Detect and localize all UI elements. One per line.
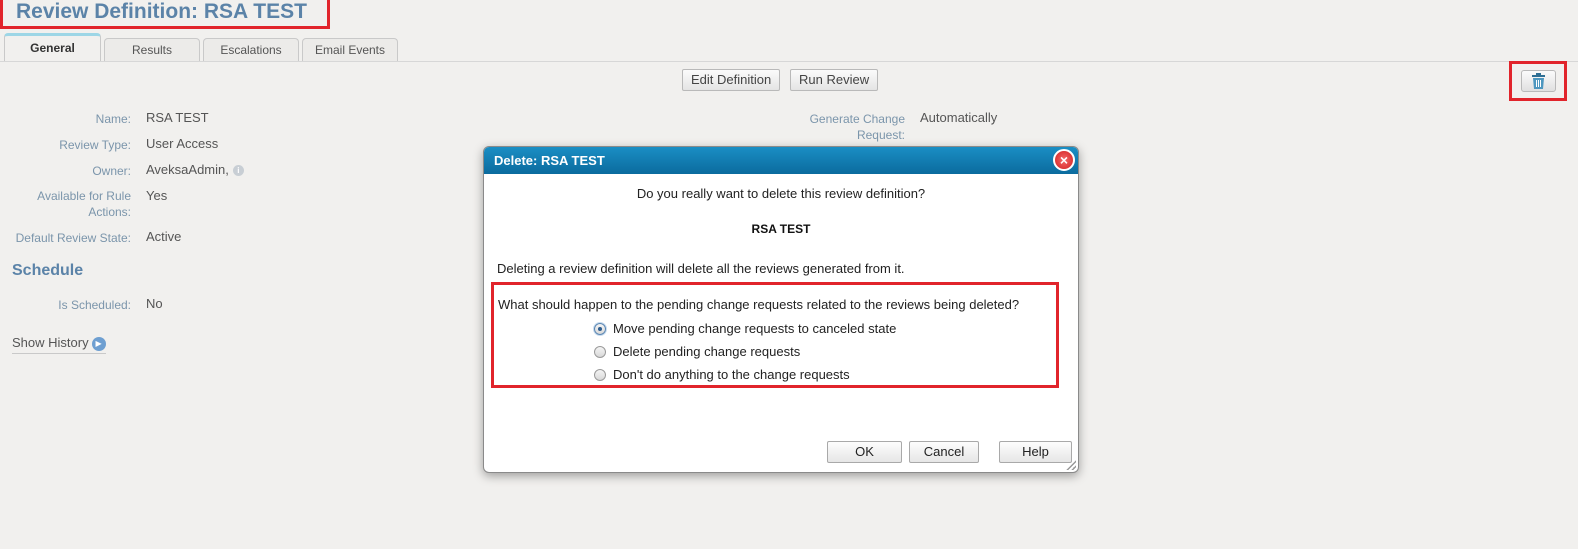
cancel-button[interactable]: Cancel xyxy=(909,441,979,463)
option-delete-requests[interactable]: Delete pending change requests xyxy=(594,343,800,361)
review-type-value: User Access xyxy=(146,136,219,151)
tab-email-events[interactable]: Email Events xyxy=(302,38,398,62)
dialog-warning: Deleting a review definition will delete… xyxy=(497,261,905,276)
tab-divider xyxy=(0,61,1578,62)
available-rule-actions-label: Available for Rule Actions: xyxy=(37,189,131,219)
radio-unselected[interactable] xyxy=(594,369,606,381)
options-question: What should happen to the pending change… xyxy=(498,297,1020,312)
name-value: RSA TEST xyxy=(146,110,209,125)
delete-button[interactable] xyxy=(1521,70,1556,92)
edit-definition-button[interactable]: Edit Definition xyxy=(682,69,781,91)
delete-highlight xyxy=(1509,61,1567,101)
default-review-state-label: Default Review State: xyxy=(15,231,131,245)
dialog-header: Delete: RSA TEST × xyxy=(484,147,1078,174)
options-highlight: What should happen to the pending change… xyxy=(491,282,1059,388)
owner-field: AveksaAdmin, i xyxy=(146,162,244,178)
is-scheduled-label: Is Scheduled: xyxy=(58,298,131,312)
delete-dialog: Delete: RSA TEST × Do you really want to… xyxy=(483,146,1079,473)
available-rule-actions-value: Yes xyxy=(146,188,168,203)
expand-arrow-icon: ▶ xyxy=(91,337,106,351)
tab-escalations[interactable]: Escalations xyxy=(203,38,299,62)
trash-icon xyxy=(1532,73,1545,89)
tab-general[interactable]: General xyxy=(4,33,101,62)
page-title: Review Definition: RSA TEST xyxy=(0,0,330,29)
radio-selected[interactable] xyxy=(594,323,606,335)
dialog-question: Do you really want to delete this review… xyxy=(636,186,926,201)
generate-change-request-value: Automatically xyxy=(920,110,998,125)
option-do-nothing[interactable]: Don't do anything to the change requests xyxy=(594,366,850,384)
dialog-title: Delete: RSA TEST xyxy=(494,153,605,168)
is-scheduled-value: No xyxy=(146,296,163,311)
show-history-link[interactable]: Show History ▶ xyxy=(12,335,106,354)
owner-label: Owner: xyxy=(92,164,131,178)
dialog-item-name: RSA TEST xyxy=(751,222,811,236)
tab-results[interactable]: Results xyxy=(104,38,200,62)
option-label: Don't do anything to the change requests xyxy=(613,367,850,382)
option-label: Delete pending change requests xyxy=(613,344,801,359)
option-cancel-requests[interactable]: Move pending change requests to canceled… xyxy=(594,320,896,338)
default-review-state-value: Active xyxy=(146,229,182,244)
run-review-button[interactable]: Run Review xyxy=(790,69,879,91)
option-label: Move pending change requests to canceled… xyxy=(613,321,897,336)
generate-change-request-label: Generate Change Request: xyxy=(809,112,905,142)
radio-unselected[interactable] xyxy=(594,346,606,358)
info-icon[interactable]: i xyxy=(232,165,244,176)
resize-grip-icon[interactable] xyxy=(1066,460,1076,470)
ok-button[interactable]: OK xyxy=(827,441,902,463)
name-label: Name: xyxy=(95,112,131,126)
owner-value: AveksaAdmin, xyxy=(146,162,229,177)
review-type-label: Review Type: xyxy=(59,138,131,152)
close-icon[interactable]: × xyxy=(1053,149,1075,171)
show-history-label: Show History xyxy=(12,335,89,350)
help-button[interactable]: Help xyxy=(999,441,1072,463)
schedule-heading: Schedule xyxy=(12,262,84,279)
